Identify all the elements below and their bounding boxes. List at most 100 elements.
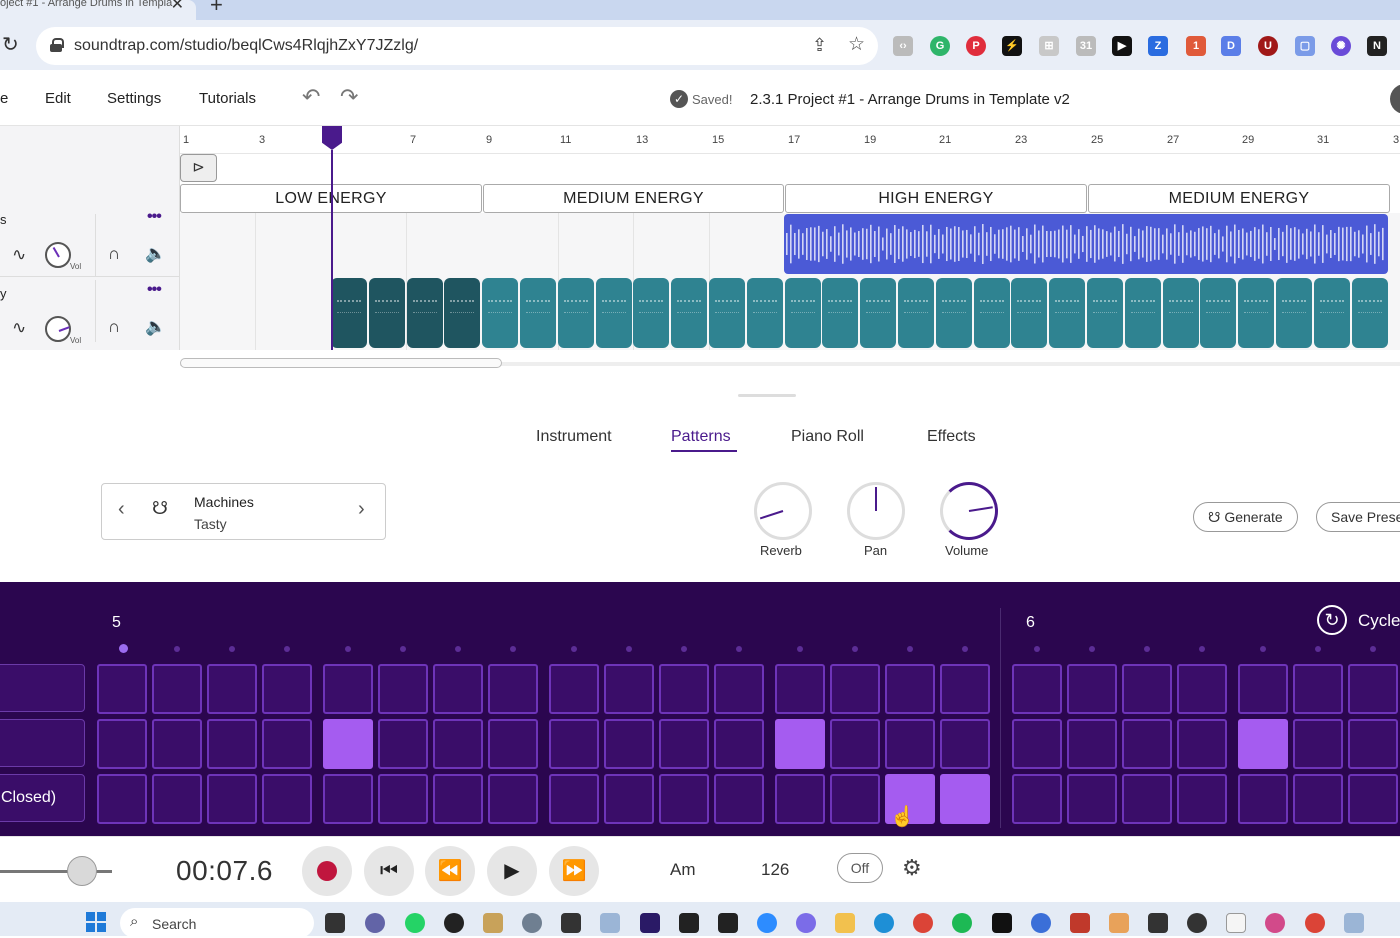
section-high-energy[interactable]: HIGH ENERGY	[785, 184, 1087, 213]
zoom-app-icon[interactable]	[757, 913, 777, 933]
pinterest-extension-icon[interactable]: P	[966, 36, 986, 56]
headphones-icon[interactable]: ∩	[108, 244, 120, 264]
automation-icon[interactable]: ∿	[12, 245, 26, 265]
sequencer-row-label-hihat-closed[interactable]: Closed)	[0, 774, 85, 822]
chevron-left-icon[interactable]: ‹	[118, 498, 125, 521]
bolt-extension-icon[interactable]: ⚡	[1002, 36, 1022, 56]
sequencer-step[interactable]	[1067, 664, 1117, 714]
drum-pattern-clip[interactable]	[595, 278, 632, 348]
chevron-right-icon[interactable]: ›	[358, 498, 365, 521]
lock-icon[interactable]	[50, 38, 64, 52]
drum-pattern-clip[interactable]	[898, 278, 934, 348]
sequencer-step[interactable]	[604, 774, 654, 824]
sequencer-step[interactable]	[323, 664, 373, 714]
section-medium-energy-2[interactable]: MEDIUM ENERGY	[1088, 184, 1390, 213]
drum-pattern-clip[interactable]	[1124, 278, 1161, 348]
drum-pattern-clip[interactable]	[1200, 278, 1237, 348]
reload-icon[interactable]: ↻	[2, 32, 19, 57]
menu-edit[interactable]: Edit	[45, 90, 71, 107]
sequencer-step[interactable]	[433, 664, 483, 714]
track-volume-knob[interactable]	[45, 242, 71, 268]
sequencer-step[interactable]	[659, 719, 709, 769]
flower-app-icon[interactable]	[796, 913, 816, 933]
cycle-icon[interactable]: ↻	[1317, 605, 1347, 635]
menu-tutorials[interactable]: Tutorials	[199, 90, 256, 107]
store-app-icon[interactable]	[483, 913, 503, 933]
sequencer-step[interactable]	[714, 774, 764, 824]
sequencer-step[interactable]	[1012, 664, 1062, 714]
track-volume-knob[interactable]	[45, 316, 71, 342]
sequencer-step[interactable]	[1348, 774, 1398, 824]
sequencer-step[interactable]	[1348, 664, 1398, 714]
drum-pattern-clip[interactable]	[368, 278, 405, 348]
sequencer-step[interactable]	[1348, 719, 1398, 769]
voicemeeter-app-icon[interactable]	[1070, 913, 1090, 933]
track-menu-icon[interactable]: •••	[147, 208, 162, 226]
sequencer-step[interactable]	[714, 664, 764, 714]
sequencer-step[interactable]	[940, 719, 990, 769]
sequencer-step[interactable]	[378, 719, 428, 769]
sequencer-step[interactable]	[940, 664, 990, 714]
sequencer-step[interactable]	[207, 774, 257, 824]
d-extension-icon[interactable]: D	[1221, 36, 1241, 56]
drum-pattern-clip[interactable]	[1087, 278, 1123, 348]
sequencer-step[interactable]	[152, 664, 202, 714]
skip-to-start-button[interactable]: ⏮	[364, 846, 414, 896]
drum-pattern-clip[interactable]	[1276, 278, 1312, 348]
paint-app-icon[interactable]	[1265, 913, 1285, 933]
u-extension-icon[interactable]: U	[1258, 36, 1278, 56]
sequencer-step[interactable]	[152, 719, 202, 769]
sequencer-step[interactable]	[378, 664, 428, 714]
browser-tab[interactable]: oject #1 - Arrange Drums in Templa ✕	[0, 0, 196, 20]
drum-pattern-clip[interactable]	[1351, 278, 1388, 348]
notion-extension-icon[interactable]: N	[1367, 36, 1387, 56]
folder-app-icon[interactable]	[835, 913, 855, 933]
gear-icon[interactable]: ⚙	[902, 855, 922, 881]
sequencer-step[interactable]	[1122, 719, 1172, 769]
premiere-app-icon[interactable]	[640, 913, 660, 933]
sequencer-step[interactable]	[1177, 664, 1227, 714]
horizontal-scrollbar-thumb[interactable]	[180, 358, 502, 368]
audio-clip[interactable]	[784, 214, 1388, 274]
sequencer-step[interactable]	[152, 774, 202, 824]
sequencer-step[interactable]	[659, 664, 709, 714]
sequencer-step[interactable]	[1012, 774, 1062, 824]
metronome-toggle[interactable]: Off	[837, 853, 883, 883]
sequencer-step[interactable]	[604, 719, 654, 769]
panel-resize-handle[interactable]	[738, 394, 796, 397]
drum-pattern-clip[interactable]	[973, 278, 1010, 348]
sequencer-step[interactable]	[830, 719, 880, 769]
sequencer-step[interactable]	[775, 719, 825, 769]
drum-pattern-clip[interactable]	[746, 278, 783, 348]
sequencer-row-label[interactable]	[0, 664, 85, 712]
sequencer-step[interactable]	[604, 664, 654, 714]
chrome-app-icon[interactable]	[913, 913, 933, 933]
drum-pattern-clip[interactable]	[860, 278, 897, 348]
photos-app-icon-2[interactable]	[1344, 913, 1364, 933]
sequencer-step[interactable]	[207, 664, 257, 714]
track-menu-icon[interactable]: •••	[147, 281, 162, 299]
sequencer-step[interactable]	[549, 774, 599, 824]
mute-icon[interactable]: 🔈	[145, 317, 166, 337]
taskbar-search[interactable]: ⌕ Search	[120, 908, 314, 938]
sequencer-step[interactable]	[378, 774, 428, 824]
save-preset-button[interactable]: Save Prese	[1316, 502, 1400, 532]
grammarly-extension-icon[interactable]: G	[930, 36, 950, 56]
whatsapp-app-icon[interactable]	[405, 913, 425, 933]
headphones-icon[interactable]: ∩	[108, 317, 120, 337]
drum-pattern-clip[interactable]	[1162, 278, 1199, 348]
drum-pattern-clip[interactable]	[935, 278, 972, 348]
video-extension-icon[interactable]: ▶	[1112, 36, 1132, 56]
zoom-extension-icon[interactable]: Z	[1148, 36, 1168, 56]
camera-app-icon[interactable]	[561, 913, 581, 933]
sequencer-step[interactable]	[1293, 719, 1343, 769]
project-title[interactable]: 2.3.1 Project #1 - Arrange Drums in Temp…	[750, 91, 1070, 108]
drum-pattern-clip[interactable]	[822, 278, 859, 348]
sequencer-step[interactable]	[1238, 664, 1288, 714]
sequencer-step[interactable]	[830, 774, 880, 824]
drum-pattern-clip[interactable]	[1049, 278, 1086, 348]
sequencer-step[interactable]	[775, 774, 825, 824]
photos-app-icon[interactable]	[600, 913, 620, 933]
drum-pattern-clip[interactable]	[331, 278, 367, 348]
drum-pattern-clip[interactable]	[520, 278, 556, 348]
